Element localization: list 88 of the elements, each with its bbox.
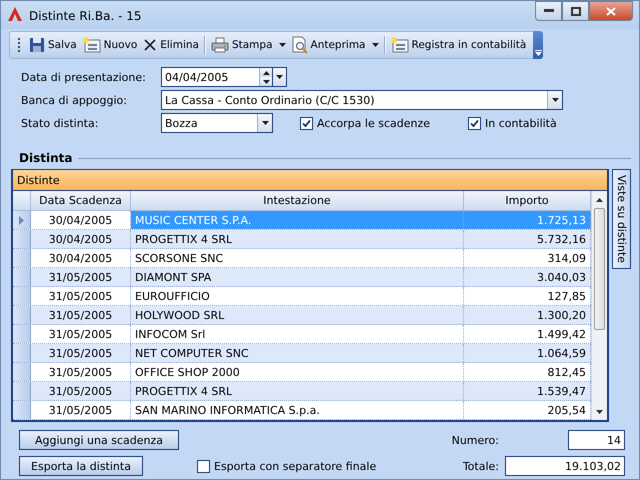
dropdown-button[interactable] bbox=[547, 91, 562, 109]
up-arrow-icon bbox=[596, 198, 603, 202]
table-row[interactable]: 30/04/2005 MUSIC CENTER S.P.A. 1.725,13 bbox=[13, 211, 591, 230]
maximize-button[interactable] bbox=[562, 1, 589, 21]
table-cell: 31/05/2005 bbox=[31, 325, 131, 343]
toolbar-button[interactable]: Anteprima bbox=[288, 34, 368, 56]
table-cell: HOLYWOOD SRL bbox=[131, 306, 464, 324]
dropdown-arrow-icon[interactable] bbox=[372, 43, 378, 47]
checkbox[interactable] bbox=[300, 116, 313, 130]
minimize-icon bbox=[544, 9, 554, 13]
section-title: Distinta bbox=[19, 151, 72, 165]
close-icon bbox=[606, 6, 616, 16]
table-cell: 31/05/2005 bbox=[31, 268, 131, 286]
checkbox-label: Esporta con separatore finale bbox=[214, 460, 376, 472]
table-cell: 1.725,13 bbox=[464, 211, 591, 229]
table-cell: 31/05/2005 bbox=[31, 401, 131, 419]
table-cell: SCORSONE SNC bbox=[131, 249, 464, 267]
dropdown-arrow-icon[interactable] bbox=[278, 43, 286, 47]
table-cell: 31/05/2005 bbox=[31, 382, 131, 400]
count-field[interactable]: 14 bbox=[568, 430, 625, 450]
toolbar-button[interactable]: Nuovo bbox=[80, 34, 140, 56]
new-document-icon bbox=[82, 37, 101, 53]
column-header[interactable]: Intestazione bbox=[131, 191, 464, 210]
table-cell: INFOCOM Srl bbox=[131, 325, 464, 343]
total-field[interactable]: 19.103,02 bbox=[505, 456, 625, 476]
field-label: Numero: bbox=[452, 434, 499, 446]
toolbar-button[interactable]: Stampa bbox=[208, 34, 276, 56]
table-cell: NET COMPUTER SNC bbox=[131, 344, 464, 362]
table-cell: PROGETTIX 4 SRL bbox=[131, 230, 464, 248]
table-row[interactable]: 31/05/2005 SAN MARINO INFORMATICA S.p.a. 205,54 bbox=[13, 401, 591, 420]
field-label: Totale: bbox=[462, 460, 499, 472]
field-label: Stato distinta: bbox=[21, 116, 100, 132]
spin-buttons[interactable] bbox=[259, 68, 272, 86]
add-button[interactable]: Aggiungi una scadenza bbox=[19, 430, 179, 450]
table-row[interactable]: 31/05/2005 DIAMONT SPA 3.040,03 bbox=[13, 268, 591, 287]
table-cell: PROGETTIX 4 SRL bbox=[131, 382, 464, 400]
checkbox[interactable] bbox=[468, 116, 482, 130]
table-row[interactable]: 31/05/2005 NET COMPUTER SNC 1.064,59 bbox=[13, 344, 591, 363]
minimize-button[interactable] bbox=[535, 1, 562, 21]
table-cell: 31/05/2005 bbox=[31, 363, 131, 381]
down-arrow-icon bbox=[596, 410, 603, 414]
overflow-arrow-icon bbox=[534, 50, 542, 56]
maximize-icon bbox=[570, 6, 580, 16]
field-label: Banca di appoggio: bbox=[21, 92, 128, 108]
magnifier-page-icon bbox=[292, 36, 308, 54]
table-cell: 30/04/2005 bbox=[31, 230, 131, 248]
up-arrow-icon bbox=[262, 70, 270, 74]
bank-dropdown[interactable]: La Cassa - Conto Ordinario (C/C 1530) bbox=[161, 90, 563, 110]
checkbox-label: Accorpa le scadenze bbox=[317, 116, 430, 130]
table-cell: MUSIC CENTER S.P.A. bbox=[131, 211, 464, 229]
delete-x-icon bbox=[143, 38, 158, 52]
toolbar-button[interactable]: Salva bbox=[26, 34, 80, 56]
table-row[interactable]: 30/04/2005 PROGETTIX 4 SRL 5.732,16 bbox=[13, 230, 591, 249]
toolbar-overflow-button[interactable] bbox=[533, 31, 544, 59]
table-cell: OFFICE SHOP 2000 bbox=[131, 363, 464, 381]
table-row[interactable]: 31/05/2005 PROGETTIX 4 SRL 1.539,47 bbox=[13, 382, 591, 401]
table-cell: 31/05/2005 bbox=[31, 306, 131, 324]
dropdown-button[interactable] bbox=[273, 67, 287, 87]
table-row[interactable]: 31/05/2005 HOLYWOOD SRL 1.300,20 bbox=[13, 306, 591, 325]
toolbar-button[interactable]: Registra in contabilità bbox=[388, 34, 530, 56]
close-button[interactable] bbox=[589, 1, 633, 21]
table-cell: 31/05/2005 bbox=[31, 344, 131, 362]
row-pointer-icon bbox=[19, 216, 24, 224]
dropdown-arrow-icon bbox=[276, 75, 283, 79]
table-cell: 31/05/2005 bbox=[31, 287, 131, 305]
checkbox-label: In contabilità bbox=[485, 116, 557, 130]
table-cell: SAN MARINO INFORMATICA S.p.a. bbox=[131, 401, 464, 419]
export-button[interactable]: Esporta la distinta bbox=[19, 456, 143, 476]
date-field[interactable]: 04/04/2005 bbox=[161, 67, 273, 87]
field-label: Data di presentazione: bbox=[21, 70, 147, 86]
table-cell: DIAMONT SPA bbox=[131, 268, 464, 286]
side-tab[interactable]: Viste su distinte bbox=[612, 169, 631, 269]
panel-caption: Distinte bbox=[13, 170, 607, 191]
window-title: Distinte Ri.Ba. - 15 bbox=[29, 9, 142, 23]
down-arrow-icon bbox=[262, 80, 270, 84]
app-logo-icon bbox=[7, 6, 23, 22]
dropdown-button[interactable] bbox=[257, 114, 272, 132]
new-document-icon bbox=[390, 37, 408, 53]
column-header[interactable]: Data Scadenza bbox=[31, 191, 131, 210]
toolbar-button[interactable]: Elimina bbox=[140, 34, 202, 56]
dropdown-arrow-icon bbox=[552, 98, 558, 102]
dropdown-arrow-icon bbox=[262, 121, 268, 125]
printer-icon bbox=[210, 37, 229, 53]
table-cell: EUROUFFICIO bbox=[131, 287, 464, 305]
checkbox[interactable] bbox=[197, 460, 210, 472]
scrollbar-thumb[interactable] bbox=[594, 208, 605, 330]
table-cell: 30/04/2005 bbox=[31, 249, 131, 267]
status-dropdown[interactable]: Bozza bbox=[161, 113, 273, 133]
